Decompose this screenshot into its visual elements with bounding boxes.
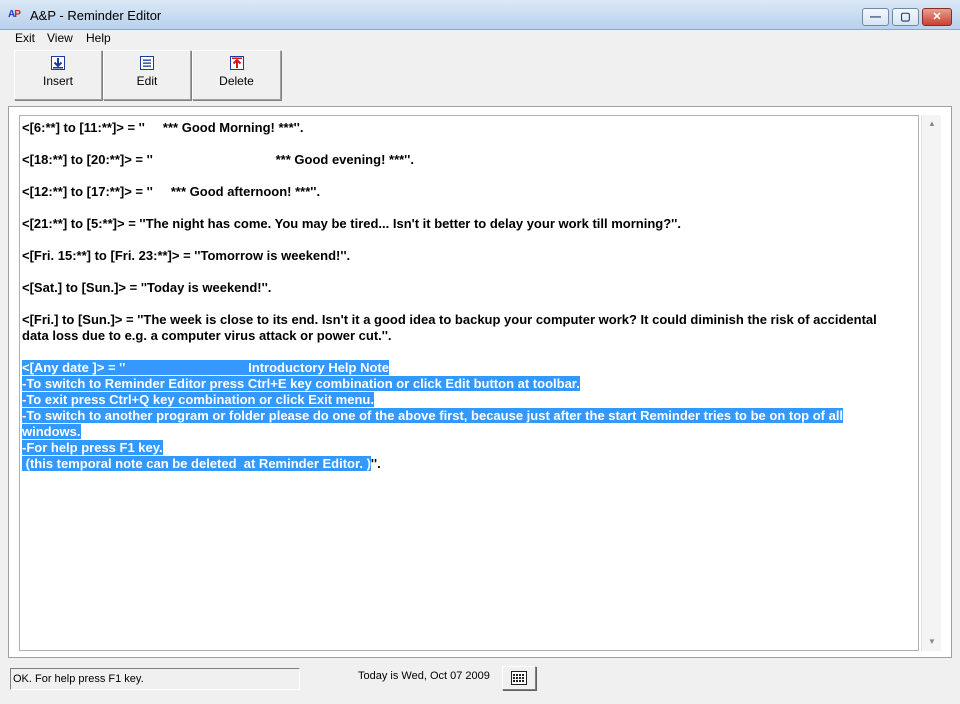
edit-button[interactable]: Edit [103,50,191,100]
app-logo-icon: AP [8,9,21,20]
editor-line: <[18:**] to [20:**]> = '' *** Good eveni… [22,152,414,167]
menu-help[interactable]: Help [84,31,113,45]
status-bar: OK. For help press F1 key. Today is Wed,… [0,660,960,704]
vertical-scrollbar[interactable]: ▲ ▼ [921,115,941,651]
editor-panel: <[6:**] to [11:**]> = '' *** Good Mornin… [8,106,952,658]
edit-label: Edit [136,74,158,88]
edit-icon [140,56,154,70]
menu-view[interactable]: View [45,31,75,45]
insert-icon [51,56,65,70]
selected-line: (this temporal note can be deleted at Re… [22,456,381,471]
status-message: OK. For help press F1 key. [10,668,300,690]
selected-line: <[Any date ]> = '' Introductory Help Not… [22,360,389,375]
calendar-button[interactable] [502,666,536,690]
toolbar: Insert Edit Delete [10,50,282,102]
editor-line: <[Fri. 15:**] to [Fri. 23:**]> = ''Tomor… [22,248,351,263]
menu-bar: Exit View Help [0,30,960,48]
status-date: Today is Wed, Oct 07 2009 [358,670,490,682]
scroll-up-icon[interactable]: ▲ [922,115,942,133]
editor-line: <[21:**] to [5:**]> = ''The night has co… [22,216,681,231]
title-bar: AP A&P - Reminder Editor — ▢ ✕ [0,0,960,30]
selected-line: -To switch to another program or folder … [22,408,844,423]
maximize-icon: ▢ [900,11,911,23]
editor-line: <[Sat.] to [Sun.]> = ''Today is weekend!… [22,280,272,295]
selected-line: -To exit press Ctrl+Q key combination or… [22,392,374,407]
delete-button[interactable]: Delete [192,50,281,100]
insert-button[interactable]: Insert [14,50,102,100]
maximize-button[interactable]: ▢ [892,8,919,26]
calendar-icon [511,671,527,685]
editor-line: data loss due to e.g. a computer virus a… [22,328,392,343]
closing-quote: ''. [370,456,381,471]
scroll-down-icon[interactable]: ▼ [922,633,942,651]
close-icon: ✕ [932,11,942,23]
delete-icon [229,56,244,70]
editor-line: <[Fri.] to [Sun.]> = ''The week is close… [22,312,877,327]
insert-label: Insert [42,74,73,88]
selected-line: -To switch to Reminder Editor press Ctrl… [22,376,580,391]
editor-line: <[12:**] to [17:**]> = '' *** Good after… [22,184,321,199]
reminder-text-editor[interactable]: <[6:**] to [11:**]> = '' *** Good Mornin… [19,115,919,651]
window-title: A&P - Reminder Editor [30,8,162,23]
menu-exit[interactable]: Exit [13,31,37,45]
delete-label: Delete [219,74,254,88]
close-button[interactable]: ✕ [922,8,952,26]
minimize-button[interactable]: — [862,8,889,26]
editor-line: <[6:**] to [11:**]> = '' *** Good Mornin… [22,120,304,135]
selected-line: windows. [22,424,81,439]
minimize-icon: — [870,11,881,23]
selected-line: -For help press F1 key. [22,440,163,455]
